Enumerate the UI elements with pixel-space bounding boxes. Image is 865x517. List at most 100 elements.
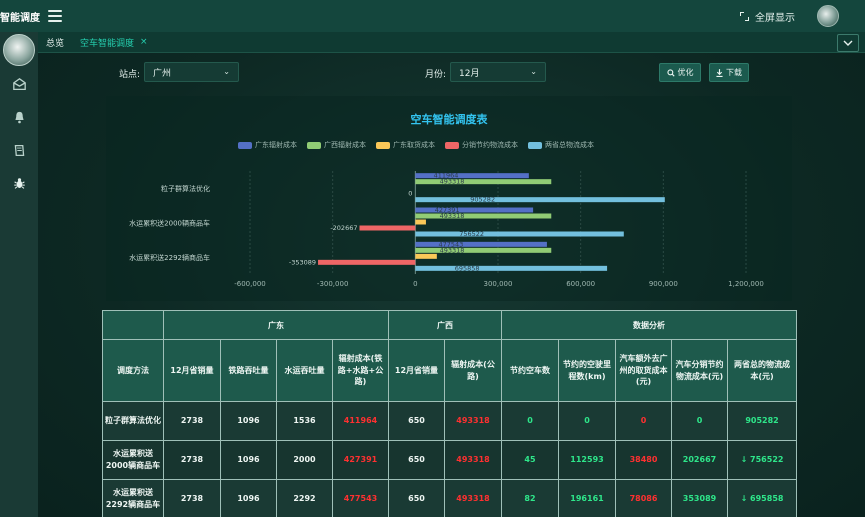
chart-svg: -600,000 -300,000 0 300,000 600,000 900,000 1,… [129, 171, 764, 288]
table-cell: 0 [558, 401, 616, 441]
table-cell: 2292 [276, 479, 333, 517]
table-cell: 493318 [444, 401, 502, 441]
table-cell: 411964 [332, 401, 389, 441]
chart-bar [415, 241, 547, 247]
table-cell: 650 [388, 401, 445, 441]
table-cell: 353089 [671, 479, 728, 517]
table-cell: 493318 [444, 440, 502, 480]
sidebar-item-notifications[interactable] [0, 101, 38, 134]
table-header: 水运吞吐量 [276, 339, 333, 402]
x-tick-label: 600,000 [566, 280, 595, 288]
table-row: 水运累积送2292辆商品车 2738 1096 2292 477543 650 … [102, 479, 798, 517]
optimize-label: 优化 [677, 68, 694, 77]
data-label: 0 [408, 190, 412, 198]
tab-more-button[interactable] [837, 34, 859, 52]
chart-bar [318, 259, 416, 265]
data-label: 493318 [440, 246, 465, 254]
table-group-guangxi: 广西 [388, 310, 502, 340]
app-root: 智能调度 全屏显示 总览 空车智能调度 × 站点: 广州 ⌄ 月份: 12月 ⌄… [0, 0, 865, 517]
download-icon [716, 68, 723, 77]
sidebar-item-docs[interactable] [0, 134, 38, 167]
chart-bar [359, 225, 416, 231]
table-cell: 0 [671, 401, 728, 441]
close-icon[interactable]: × [140, 37, 148, 47]
tab-home[interactable]: 总览 [38, 32, 72, 53]
table-group-analysis: 数据分析 [500, 310, 798, 340]
data-label: -353089 [289, 258, 316, 266]
sidebar-item-mail[interactable] [0, 68, 38, 101]
site-select[interactable]: 广州 ⌄ [144, 62, 239, 82]
table-header: 节约的空驶里程数(km) [558, 339, 616, 402]
tab-dispatch-label: 空车智能调度 [80, 38, 135, 49]
table-cell: 78086 [615, 479, 672, 517]
table-cell: 82 [501, 479, 559, 517]
table-cell: 1096 [220, 401, 277, 441]
chart-bar [415, 253, 437, 259]
table-header: 汽车分销节约物流成本(元) [671, 339, 728, 402]
table-cell: 0 [615, 401, 672, 441]
x-tick-label: -300,000 [317, 280, 348, 288]
table-header: 两省总的物流成本(元) [726, 339, 798, 402]
table-header: 铁路吞吐量 [220, 339, 277, 402]
optimize-button[interactable]: 优化 [659, 63, 701, 82]
table-row: 水运累积送2000辆商品车 2738 1096 2000 427391 650 … [102, 440, 798, 480]
table-cell: 粒子群算法优化 [102, 401, 164, 441]
x-tick-label: -600,000 [234, 280, 265, 288]
table-group-guangdong: 广东 [163, 310, 389, 340]
fullscreen-button[interactable]: 全屏显示 [740, 9, 795, 24]
data-label: 493318 [440, 212, 465, 220]
category-label: 水运累积送2000辆商品车 [129, 219, 210, 228]
download-button[interactable]: 下载 [709, 63, 749, 82]
category-label: 粒子群算法优化 [161, 184, 210, 193]
table-cell: 196161 [558, 479, 616, 517]
category-label: 水运累积送2292辆商品车 [129, 253, 210, 262]
table-header: 辐射成本(铁路+水路+公路) [332, 339, 389, 402]
bug-icon [13, 178, 25, 189]
month-label: 月份: [425, 70, 447, 80]
table-header: 汽车额外去广州的取货成本(元) [615, 339, 672, 402]
table-group-empty [102, 310, 164, 340]
table-cell: 1096 [220, 479, 277, 517]
user-avatar[interactable] [817, 5, 839, 27]
table-header: 12月省销量 [163, 339, 221, 402]
table-cell: 202667 [671, 440, 728, 480]
app-title: 智能调度 [0, 12, 40, 24]
bell-icon [14, 111, 24, 124]
chart-panel: 空车智能调度表 广东辐射成本 广西辐射成本 广东取货成本 分销节约物流成本 两省总物流成… [106, 96, 792, 301]
table-cell: 38480 [615, 440, 672, 480]
chart-bar [415, 247, 552, 253]
table-cell: 1536 [276, 401, 333, 441]
site-select-value: 广州 [153, 68, 172, 79]
data-table: 广东 广西 数据分析 调度方法 12月省销量 铁路吞吐量 水运吞吐量 辐射成本(… [102, 310, 798, 517]
table-cell: 2000 [276, 440, 333, 480]
table-header: 调度方法 [102, 339, 164, 402]
chart-bar [415, 231, 624, 237]
chart-bar [415, 207, 534, 213]
table-cell: 427391 [332, 440, 389, 480]
table-cell: 2738 [163, 440, 221, 480]
data-label: 905282 [470, 196, 495, 204]
sidebar-item-debug[interactable] [0, 167, 38, 200]
tab-bar: 总览 空车智能调度 × [38, 32, 865, 53]
table-header: 12月省销量 [388, 339, 445, 402]
download-label: 下载 [726, 68, 742, 77]
table-cell: ↓ 695858 [726, 479, 798, 517]
chart-bar [415, 219, 426, 225]
tab-dispatch[interactable]: 空车智能调度 × [72, 32, 156, 53]
x-tick-label: 900,000 [649, 280, 678, 288]
sidebar-avatar[interactable] [3, 34, 35, 66]
top-bar: 智能调度 全屏显示 [0, 0, 865, 32]
chevron-down-icon: ⌄ [223, 67, 230, 76]
table-row: 粒子群算法优化 2738 1096 1536 411964 650 493318… [102, 401, 798, 441]
menu-toggle-icon[interactable] [48, 10, 62, 22]
data-label: 493318 [440, 178, 465, 186]
month-select[interactable]: 12月 ⌄ [450, 62, 546, 82]
sidebar [0, 32, 38, 517]
x-tick-label: 300,000 [484, 280, 513, 288]
table-cell: 112593 [558, 440, 616, 480]
chart-bar [415, 197, 665, 203]
x-tick-label: 1,200,000 [728, 280, 764, 288]
chart-bar [415, 173, 529, 179]
chevron-down-icon [843, 40, 853, 46]
table-cell: 2738 [163, 401, 221, 441]
